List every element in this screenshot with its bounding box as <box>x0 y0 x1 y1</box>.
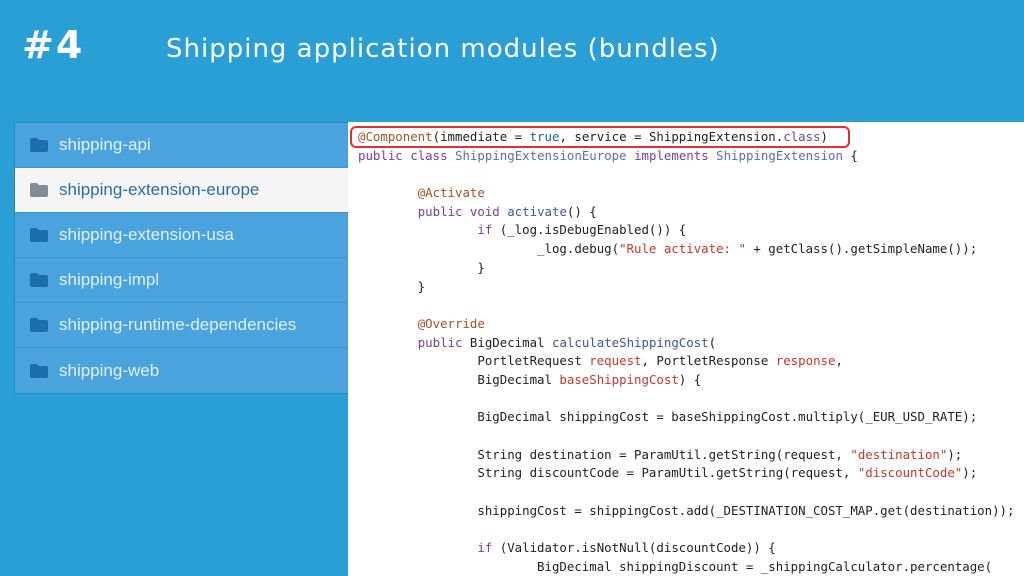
code-line: } <box>358 259 485 275</box>
folder-icon <box>29 363 49 379</box>
module-label: shipping-impl <box>59 270 160 289</box>
code-line: String discountCode = ParamUtil.getStrin… <box>358 465 978 481</box>
code-line: shippingCost = shippingCost.add(_DESTINA… <box>358 502 1015 518</box>
code-line: @Override <box>417 315 485 331</box>
code-panel: @Component(immediate = true, service = S… <box>348 122 1024 576</box>
code-line: } <box>358 278 426 294</box>
code-line: @Component(immediate = true, service = S… <box>358 129 829 144</box>
module-item-shipping-extension-europe[interactable]: shipping-extension-europe <box>15 168 349 213</box>
code-line: PortletRequest request, PortletResponse … <box>358 353 843 369</box>
folder-icon <box>29 182 49 198</box>
code-line: public void activate() { <box>417 203 597 219</box>
code-line: @Activate <box>417 185 485 201</box>
code-line: BigDecimal baseShippingCost) { <box>358 371 702 387</box>
code-line: String destination = ParamUtil.getString… <box>358 446 963 462</box>
folder-icon <box>29 227 49 243</box>
folder-icon <box>29 272 49 288</box>
module-label: shipping-extension-europe <box>59 180 260 199</box>
folder-icon <box>29 317 49 333</box>
code-line: BigDecimal shippingCost = baseShippingCo… <box>358 409 978 425</box>
module-item-shipping-web[interactable]: shipping-web <box>15 348 349 393</box>
code-block: @Component(immediate = true, service = S… <box>348 122 1024 576</box>
code-line: if (_log.isDebugEnabled()) { <box>477 222 687 238</box>
module-label: shipping-extension-usa <box>59 225 234 244</box>
module-label: shipping-web <box>59 360 160 380</box>
module-item-shipping-runtime-dependencies[interactable]: shipping-runtime-dependencies <box>15 303 349 348</box>
code-line: public class ShippingExtensionEurope imp… <box>358 147 858 163</box>
code-line: BigDecimal shippingDiscount = _shippingC… <box>358 558 993 574</box>
module-item-shipping-impl[interactable]: shipping-impl <box>15 258 349 303</box>
code-line: _log.debug("Rule activate: " + getClass(… <box>358 241 978 257</box>
module-label: shipping-api <box>59 135 151 154</box>
code-line: if (Validator.isNotNull(discountCode)) { <box>477 540 776 556</box>
slide-number: #4 <box>22 23 85 67</box>
module-item-shipping-extension-usa[interactable]: shipping-extension-usa <box>15 213 349 258</box>
slide-title: Shipping application modules (bundles) <box>166 34 720 64</box>
code-line: public BigDecimal calculateShippingCost( <box>417 334 717 350</box>
module-label: shipping-runtime-dependencies <box>59 315 297 334</box>
module-item-shipping-api[interactable]: shipping-api <box>15 123 349 168</box>
module-list: shipping-api shipping-extension-europe shi… <box>14 122 350 394</box>
folder-icon <box>29 137 49 153</box>
